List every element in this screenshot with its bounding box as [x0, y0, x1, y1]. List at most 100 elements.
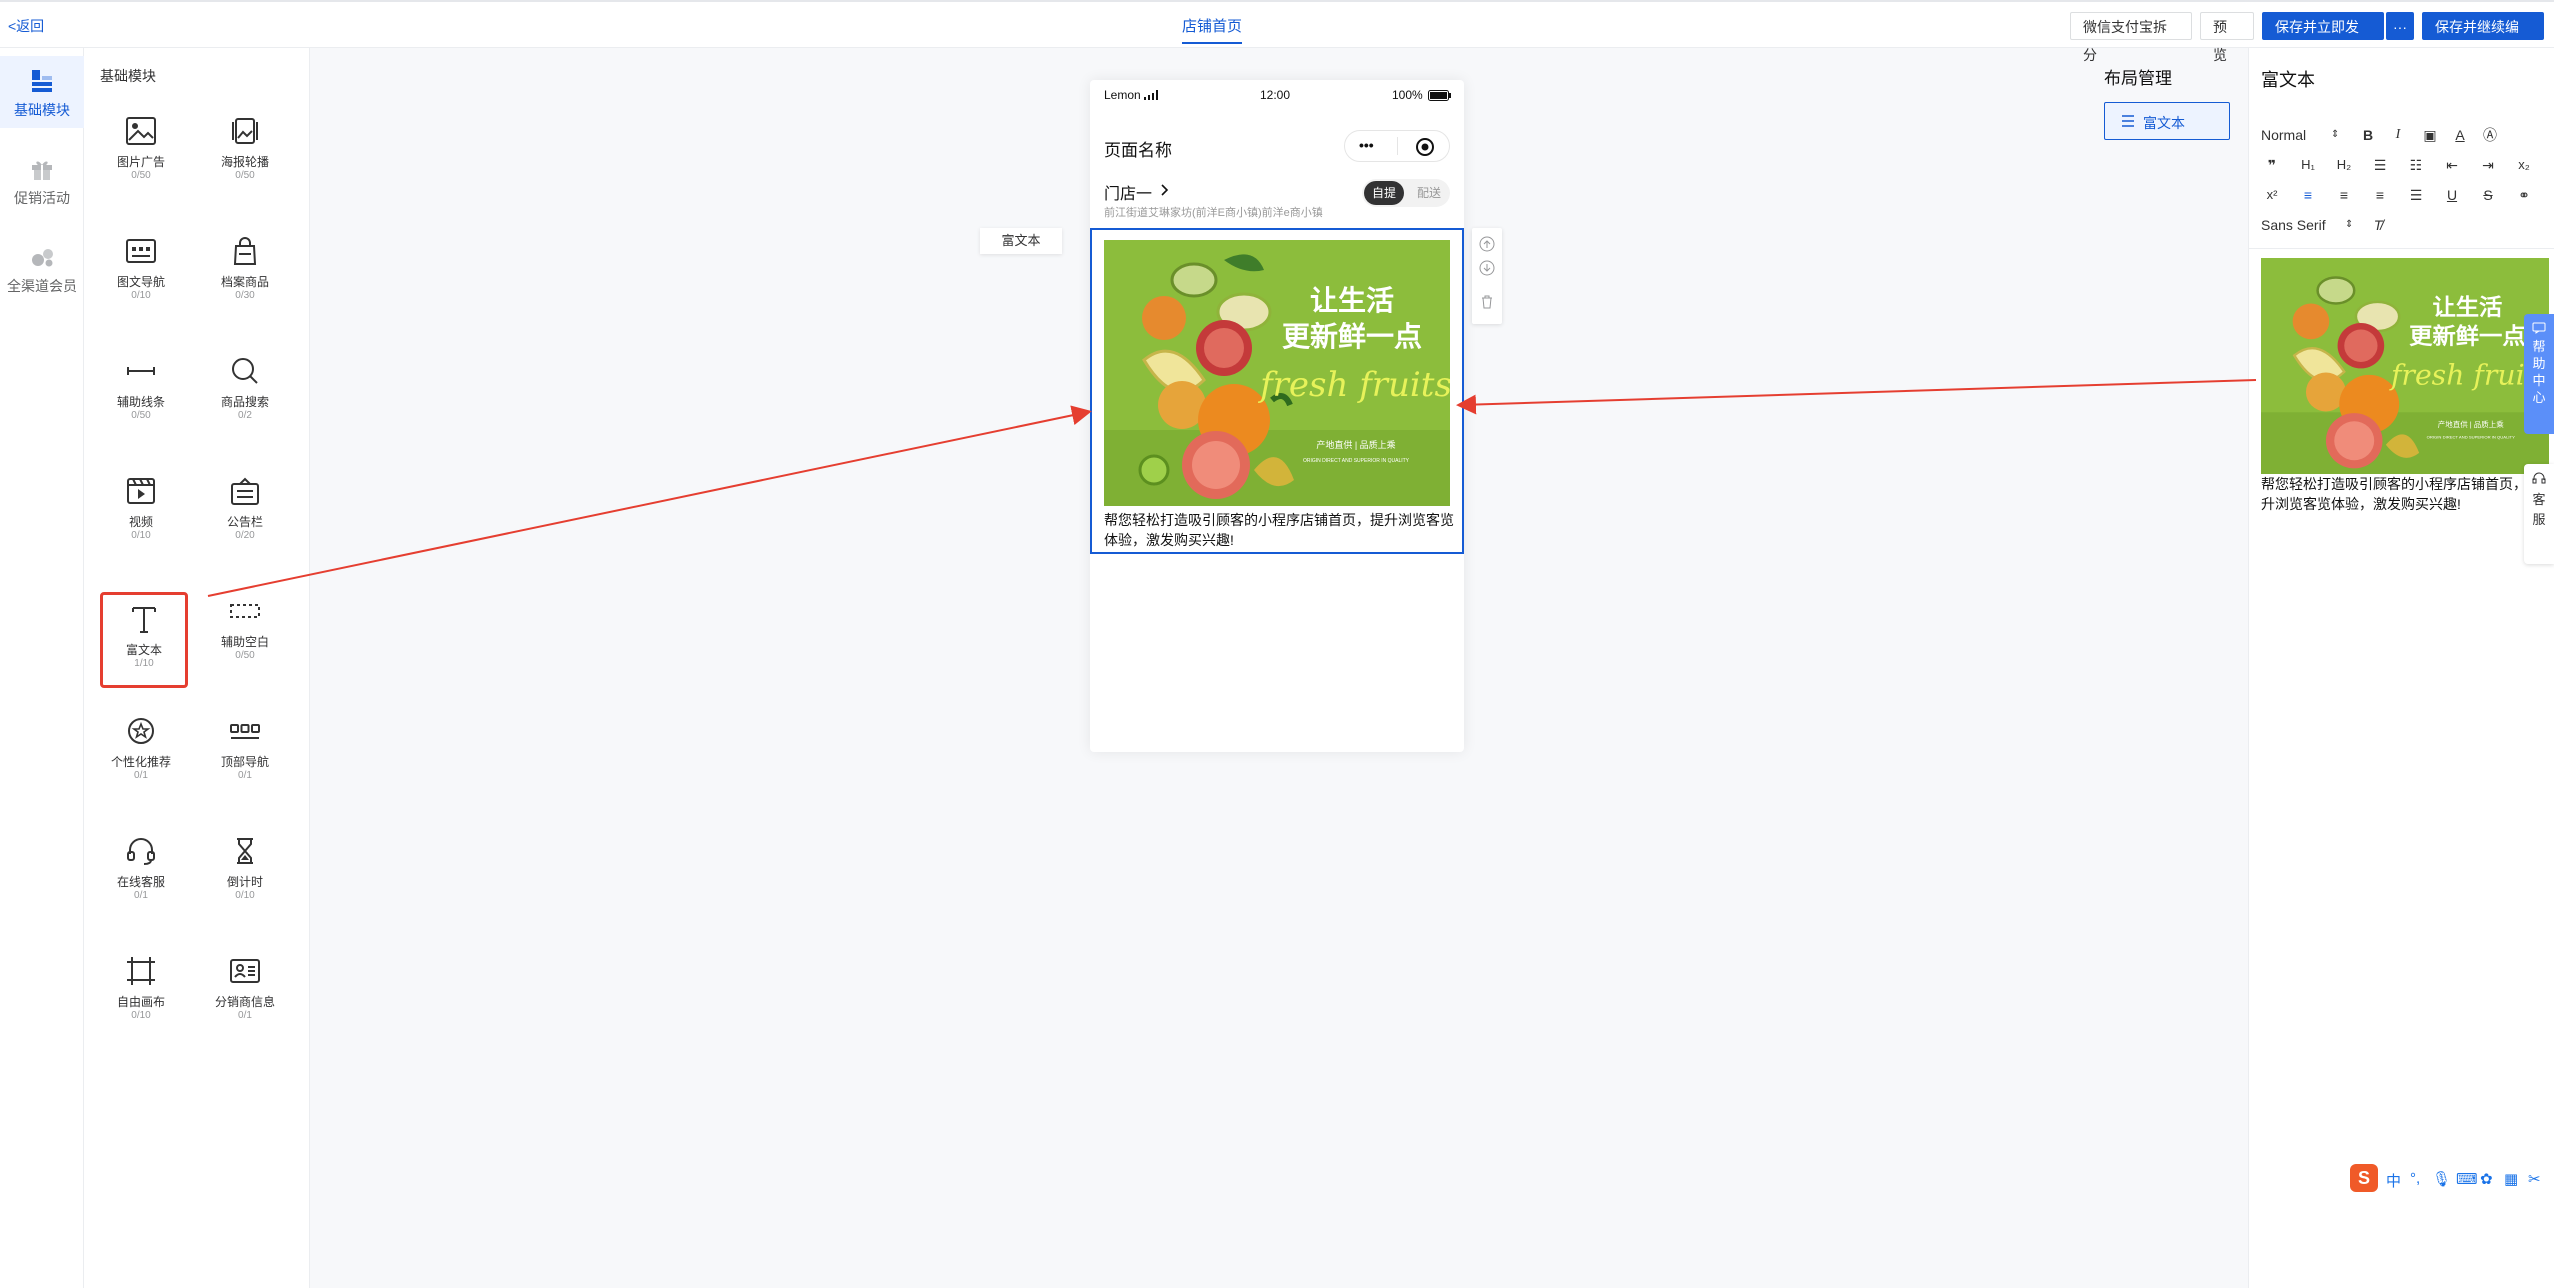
module-countdown[interactable]: 倒计时 0/10: [202, 824, 288, 916]
clear-format-icon[interactable]: T̸: [2363, 212, 2393, 238]
ime-skin-icon[interactable]: ✿: [2480, 1170, 2493, 1188]
save-publish-button[interactable]: 保存并立即发布: [2262, 12, 2384, 63]
module-archived-goods[interactable]: 档案商品 0/30: [202, 224, 288, 316]
editor-title: 富文本: [2261, 70, 2315, 90]
module-name: 档案商品: [220, 275, 269, 289]
banner-tag: 产地直供 | 品质上乘: [2438, 420, 2505, 429]
font-color-icon[interactable]: A: [2445, 122, 2475, 148]
banner-tag-en: ORIGIN DIRECT AND SUPERIOR IN QUALITY: [1303, 458, 1410, 464]
id-card-icon: [230, 959, 260, 983]
module-count: 0/20: [235, 530, 255, 541]
fruit-banner-image: 让生活 更新鲜一点 fresh fruits 产地直供 | 品质上乘 ORIGI…: [1104, 240, 1450, 506]
move-down-icon[interactable]: [1479, 260, 1495, 276]
indent-icon[interactable]: ⇥: [2473, 152, 2503, 178]
editor-divider: [2249, 248, 2554, 249]
ime-language[interactable]: 中: [2386, 1170, 2401, 1191]
ime-mic-icon[interactable]: 🎙: [2432, 1170, 2451, 1188]
help-center-tab[interactable]: 帮助中心: [2524, 314, 2554, 434]
align-center-icon[interactable]: ≡: [2329, 182, 2359, 208]
preview-button[interactable]: 预 览: [2200, 12, 2254, 63]
ime-toolbox-icon[interactable]: ▦: [2504, 1170, 2518, 1188]
module-personalized-recommend[interactable]: 个性化推荐 0/1: [98, 704, 184, 796]
delete-icon[interactable]: [1479, 294, 1495, 310]
module-goods-search[interactable]: 商品搜索 0/2: [202, 344, 288, 436]
module-name: 视频: [128, 515, 153, 529]
module-distributor-info[interactable]: 分销商信息 0/1: [202, 944, 288, 1036]
italic-icon[interactable]: I: [2383, 122, 2413, 148]
module-rich-text[interactable]: 富文本 1/10: [100, 592, 188, 688]
customer-service-tab[interactable]: 客服: [2524, 464, 2554, 564]
module-poster-carousel[interactable]: 海报轮播 0/50: [202, 104, 288, 196]
module-count: 1/10: [134, 658, 154, 669]
module-count: 0/50: [131, 410, 151, 421]
module-notice-board[interactable]: 公告栏 0/20: [202, 464, 288, 556]
star-badge-icon: [128, 718, 154, 744]
align-justify-icon[interactable]: ☰: [2401, 182, 2431, 208]
banner-script: fresh fruits: [1257, 365, 1450, 405]
superscript-icon[interactable]: x²: [2257, 182, 2287, 208]
layout-item-rich-text[interactable]: 富文本: [2104, 102, 2230, 140]
sogou-ime-icon[interactable]: S: [2350, 1164, 2378, 1192]
format-select-value: Normal: [2261, 127, 2307, 143]
rich-text-block[interactable]: 让生活 更新鲜一点 fresh fruits 产地直供 | 品质上乘 ORIGI…: [1090, 228, 1464, 554]
pickup-option[interactable]: 自提: [1364, 181, 1404, 205]
nav-label: 基础模块: [14, 102, 70, 118]
more-button[interactable]: ···: [2386, 12, 2414, 40]
signal-icon: [1144, 90, 1158, 100]
hourglass-icon: [237, 838, 253, 864]
nav-omnichannel-members[interactable]: 全渠道会员: [0, 232, 84, 304]
module-count: 0/30: [235, 290, 255, 301]
module-count: 0/1: [238, 770, 252, 781]
move-up-icon[interactable]: [1479, 236, 1495, 252]
module-helper-line[interactable]: 辅助线条 0/50: [98, 344, 184, 436]
underline-icon[interactable]: U: [2437, 182, 2467, 208]
ime-keyboard-icon[interactable]: ⌨: [2456, 1170, 2478, 1188]
align-right-icon[interactable]: ≡: [2365, 182, 2395, 208]
bold-icon[interactable]: B: [2353, 122, 2383, 148]
save-continue-button[interactable]: 保存并继续编辑: [2422, 12, 2544, 63]
module-image-ad[interactable]: 图片广告 0/50: [98, 104, 184, 196]
module-video[interactable]: 视频 0/10: [98, 464, 184, 556]
module-top-nav[interactable]: 顶部导航 0/1: [202, 704, 288, 796]
banner-tag: 产地直供 | 品质上乘: [1316, 439, 1395, 450]
module-free-canvas[interactable]: 自由画布 0/10: [98, 944, 184, 1036]
delivery-option[interactable]: 配送: [1410, 181, 1448, 205]
wechat-alipay-split-button[interactable]: 微信支付宝拆分: [2070, 12, 2192, 63]
heading1-icon[interactable]: H₁: [2293, 152, 2323, 178]
pickup-delivery-toggle[interactable]: 自提 配送: [1362, 179, 1450, 207]
insert-image-icon[interactable]: ▣: [2415, 122, 2445, 148]
background-color-icon[interactable]: Ⓐ: [2475, 122, 2505, 148]
ime-punctuation-icon[interactable]: °,: [2410, 1170, 2420, 1187]
editor-content-text[interactable]: 帮您轻松打造吸引顾客的小程序店铺首页，提升浏览客览体验，激发购买兴趣!: [2261, 474, 2549, 514]
font-select-value: Sans Serif: [2261, 217, 2326, 233]
banner-tag-en: ORIGIN DIRECT AND SUPERIOR IN QUALITY: [2427, 434, 2515, 439]
rich-text-editor-panel: 富文本 Normal ⇕ B I ▣ A Ⓐ ❞ H₁ H₂ ☰ ☷ ⇤ ⇥ x…: [2248, 48, 2554, 1288]
arrow-module-to-phone: [207, 405, 1092, 597]
store-name[interactable]: 门店一: [1104, 180, 1152, 204]
module-online-service[interactable]: 在线客服 0/1: [98, 824, 184, 916]
ime-more-icon[interactable]: ✂: [2528, 1170, 2541, 1188]
nav-basic-modules[interactable]: 基础模块: [0, 56, 84, 128]
nav-promotions[interactable]: 促销活动: [0, 144, 84, 216]
mini-program-capsule: •••: [1344, 130, 1450, 162]
link-icon[interactable]: ⚭: [2509, 182, 2539, 208]
top-header: <返回 店铺首页 微信支付宝拆分 预 览 保存并立即发布 ··· 保存并继续编辑: [0, 0, 2554, 63]
outdent-icon[interactable]: ⇤: [2437, 152, 2467, 178]
align-left-icon[interactable]: ≡: [2293, 182, 2323, 208]
module-count: 0/10: [131, 1010, 151, 1021]
blockquote-icon[interactable]: ❞: [2257, 152, 2287, 178]
module-helper-blank[interactable]: 辅助空白 0/50: [202, 584, 288, 676]
tab-store-homepage[interactable]: 店铺首页: [1182, 15, 1243, 44]
notice-icon: [231, 477, 259, 505]
line-icon: [127, 367, 155, 375]
bullet-list-icon[interactable]: ☷: [2401, 152, 2431, 178]
format-select[interactable]: Normal ⇕: [2261, 122, 2343, 148]
back-link[interactable]: <返回: [8, 16, 44, 36]
subscript-icon[interactable]: x₂: [2509, 152, 2539, 178]
heading2-icon[interactable]: H₂: [2329, 152, 2359, 178]
ordered-list-icon[interactable]: ☰: [2365, 152, 2395, 178]
module-image-text-nav[interactable]: 图文导航 0/10: [98, 224, 184, 316]
select-arrows-icon: ⇕: [2345, 219, 2354, 230]
strikethrough-icon[interactable]: S: [2473, 182, 2503, 208]
font-family-select[interactable]: Sans Serif ⇕: [2261, 212, 2357, 238]
